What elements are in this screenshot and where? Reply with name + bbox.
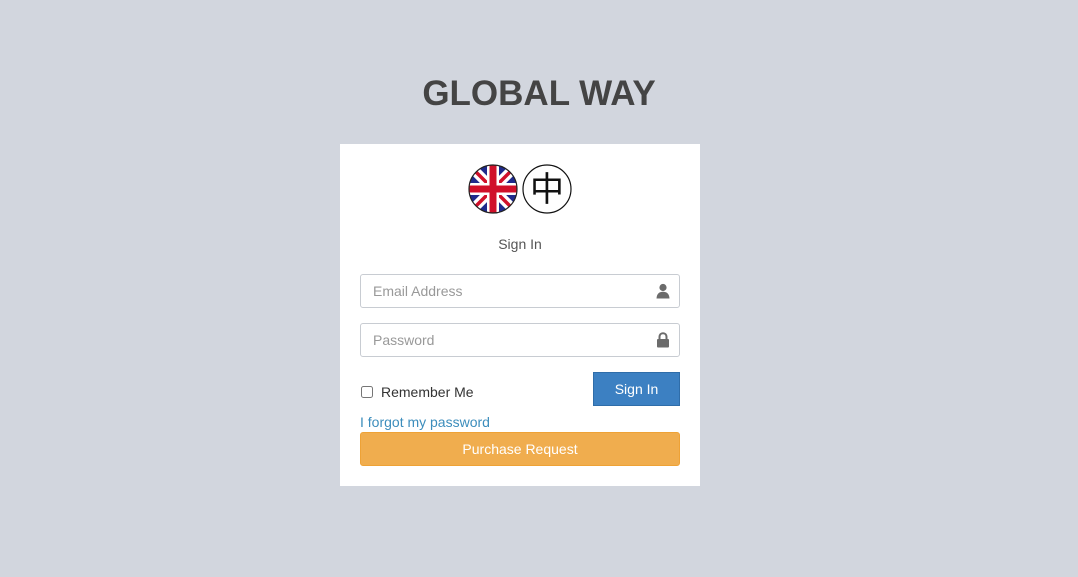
chinese-glyph: 中 (530, 170, 564, 210)
login-box-message: Sign In (498, 236, 542, 252)
english-flag-icon[interactable] (468, 164, 518, 214)
app-logo: GLOBAL WAY (422, 74, 656, 113)
user-icon (656, 283, 670, 299)
login-box: 中 Sign In Remember Me Sign In I forgot m… (340, 144, 700, 486)
password-field-group (360, 323, 680, 357)
forgot-password-link[interactable]: I forgot my password (360, 414, 490, 430)
email-field-group (360, 274, 680, 308)
lock-icon (657, 332, 669, 348)
remember-me-checkbox[interactable] (361, 386, 373, 398)
remember-me-label[interactable]: Remember Me (381, 384, 474, 400)
purchase-request-button[interactable]: Purchase Request (360, 432, 680, 466)
chinese-flag-icon[interactable]: 中 (522, 164, 572, 214)
email-input[interactable] (360, 274, 680, 308)
remember-me-group: Remember Me (360, 384, 474, 400)
sign-in-button[interactable]: Sign In (593, 372, 680, 406)
password-input[interactable] (360, 323, 680, 357)
language-selector: 中 (340, 164, 700, 216)
